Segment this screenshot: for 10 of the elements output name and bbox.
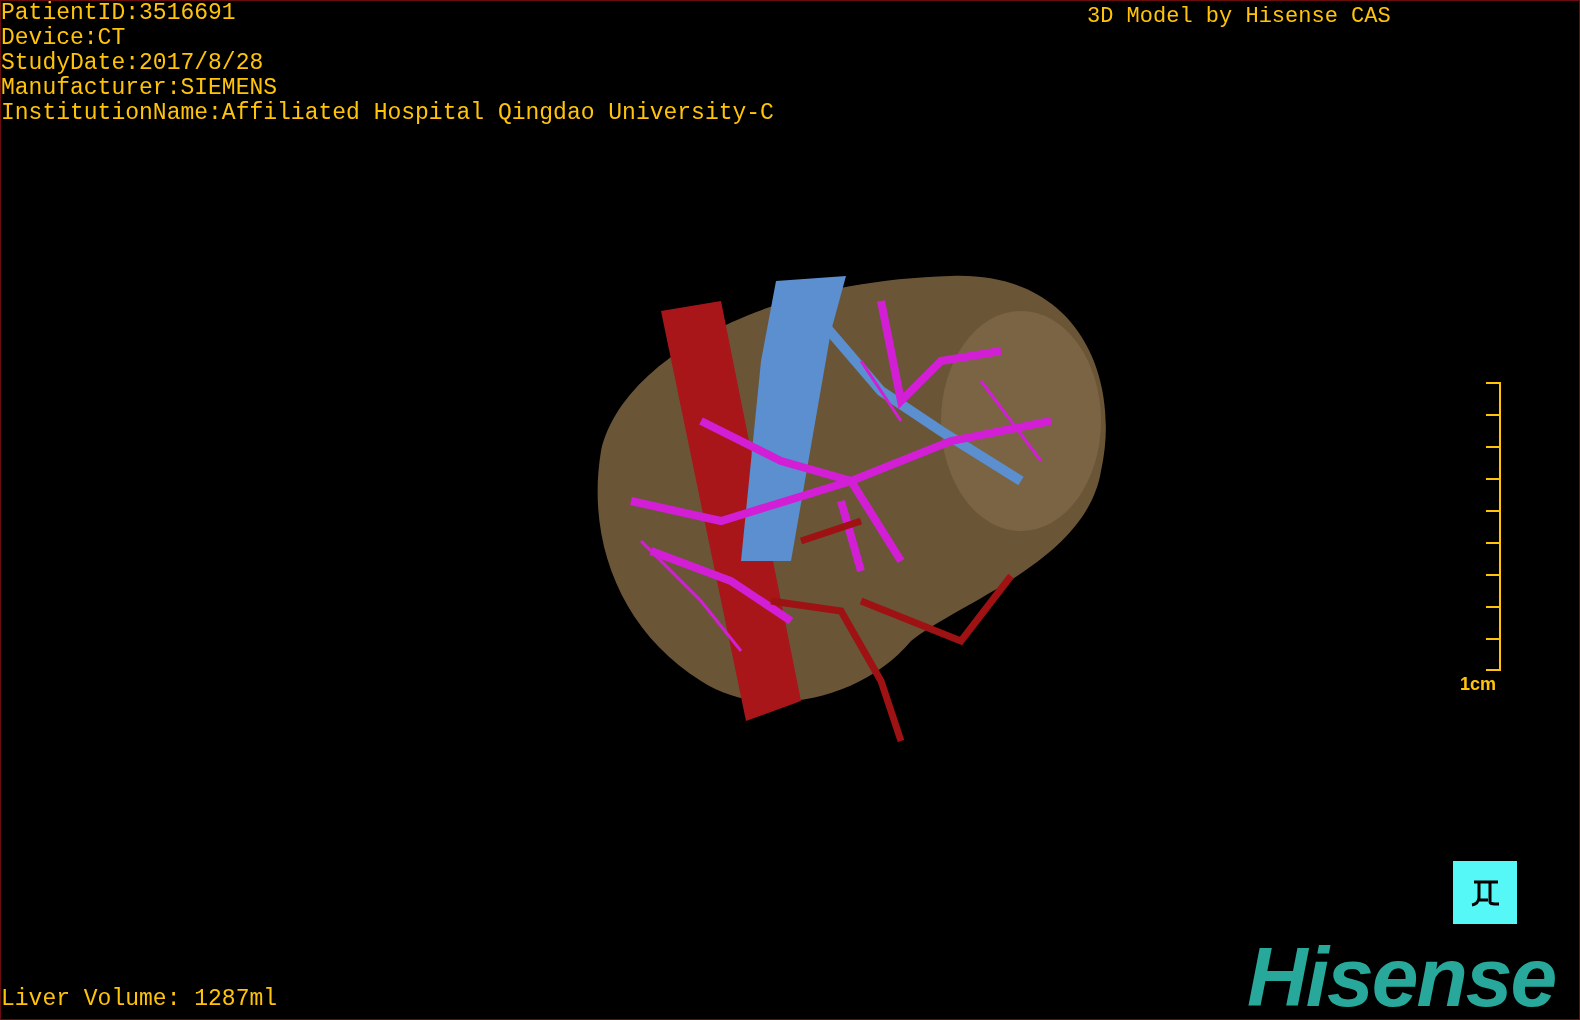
patient-info-text: PatientID:3516691 <box>1 1 237 26</box>
model-credit-text: 3D Model by Hisense CAS <box>1087 4 1391 29</box>
scale-label: 1cm <box>1460 673 1496 695</box>
brand-logo: Hisense <box>1247 937 1556 1017</box>
patient-info-text: Manufacturer:SIEMENS <box>1 76 279 101</box>
patient-info-text: Device:CT <box>1 26 127 51</box>
view-toggle-button[interactable] <box>1453 861 1517 924</box>
patient-info-text: StudyDate:2017/8/28 <box>1 51 265 76</box>
patient-info-text: InstitutionName:Affiliated Hospital Qingdao University-C <box>1 101 774 126</box>
liver-volume-text: Liver Volume: 1287ml <box>1 985 278 1013</box>
